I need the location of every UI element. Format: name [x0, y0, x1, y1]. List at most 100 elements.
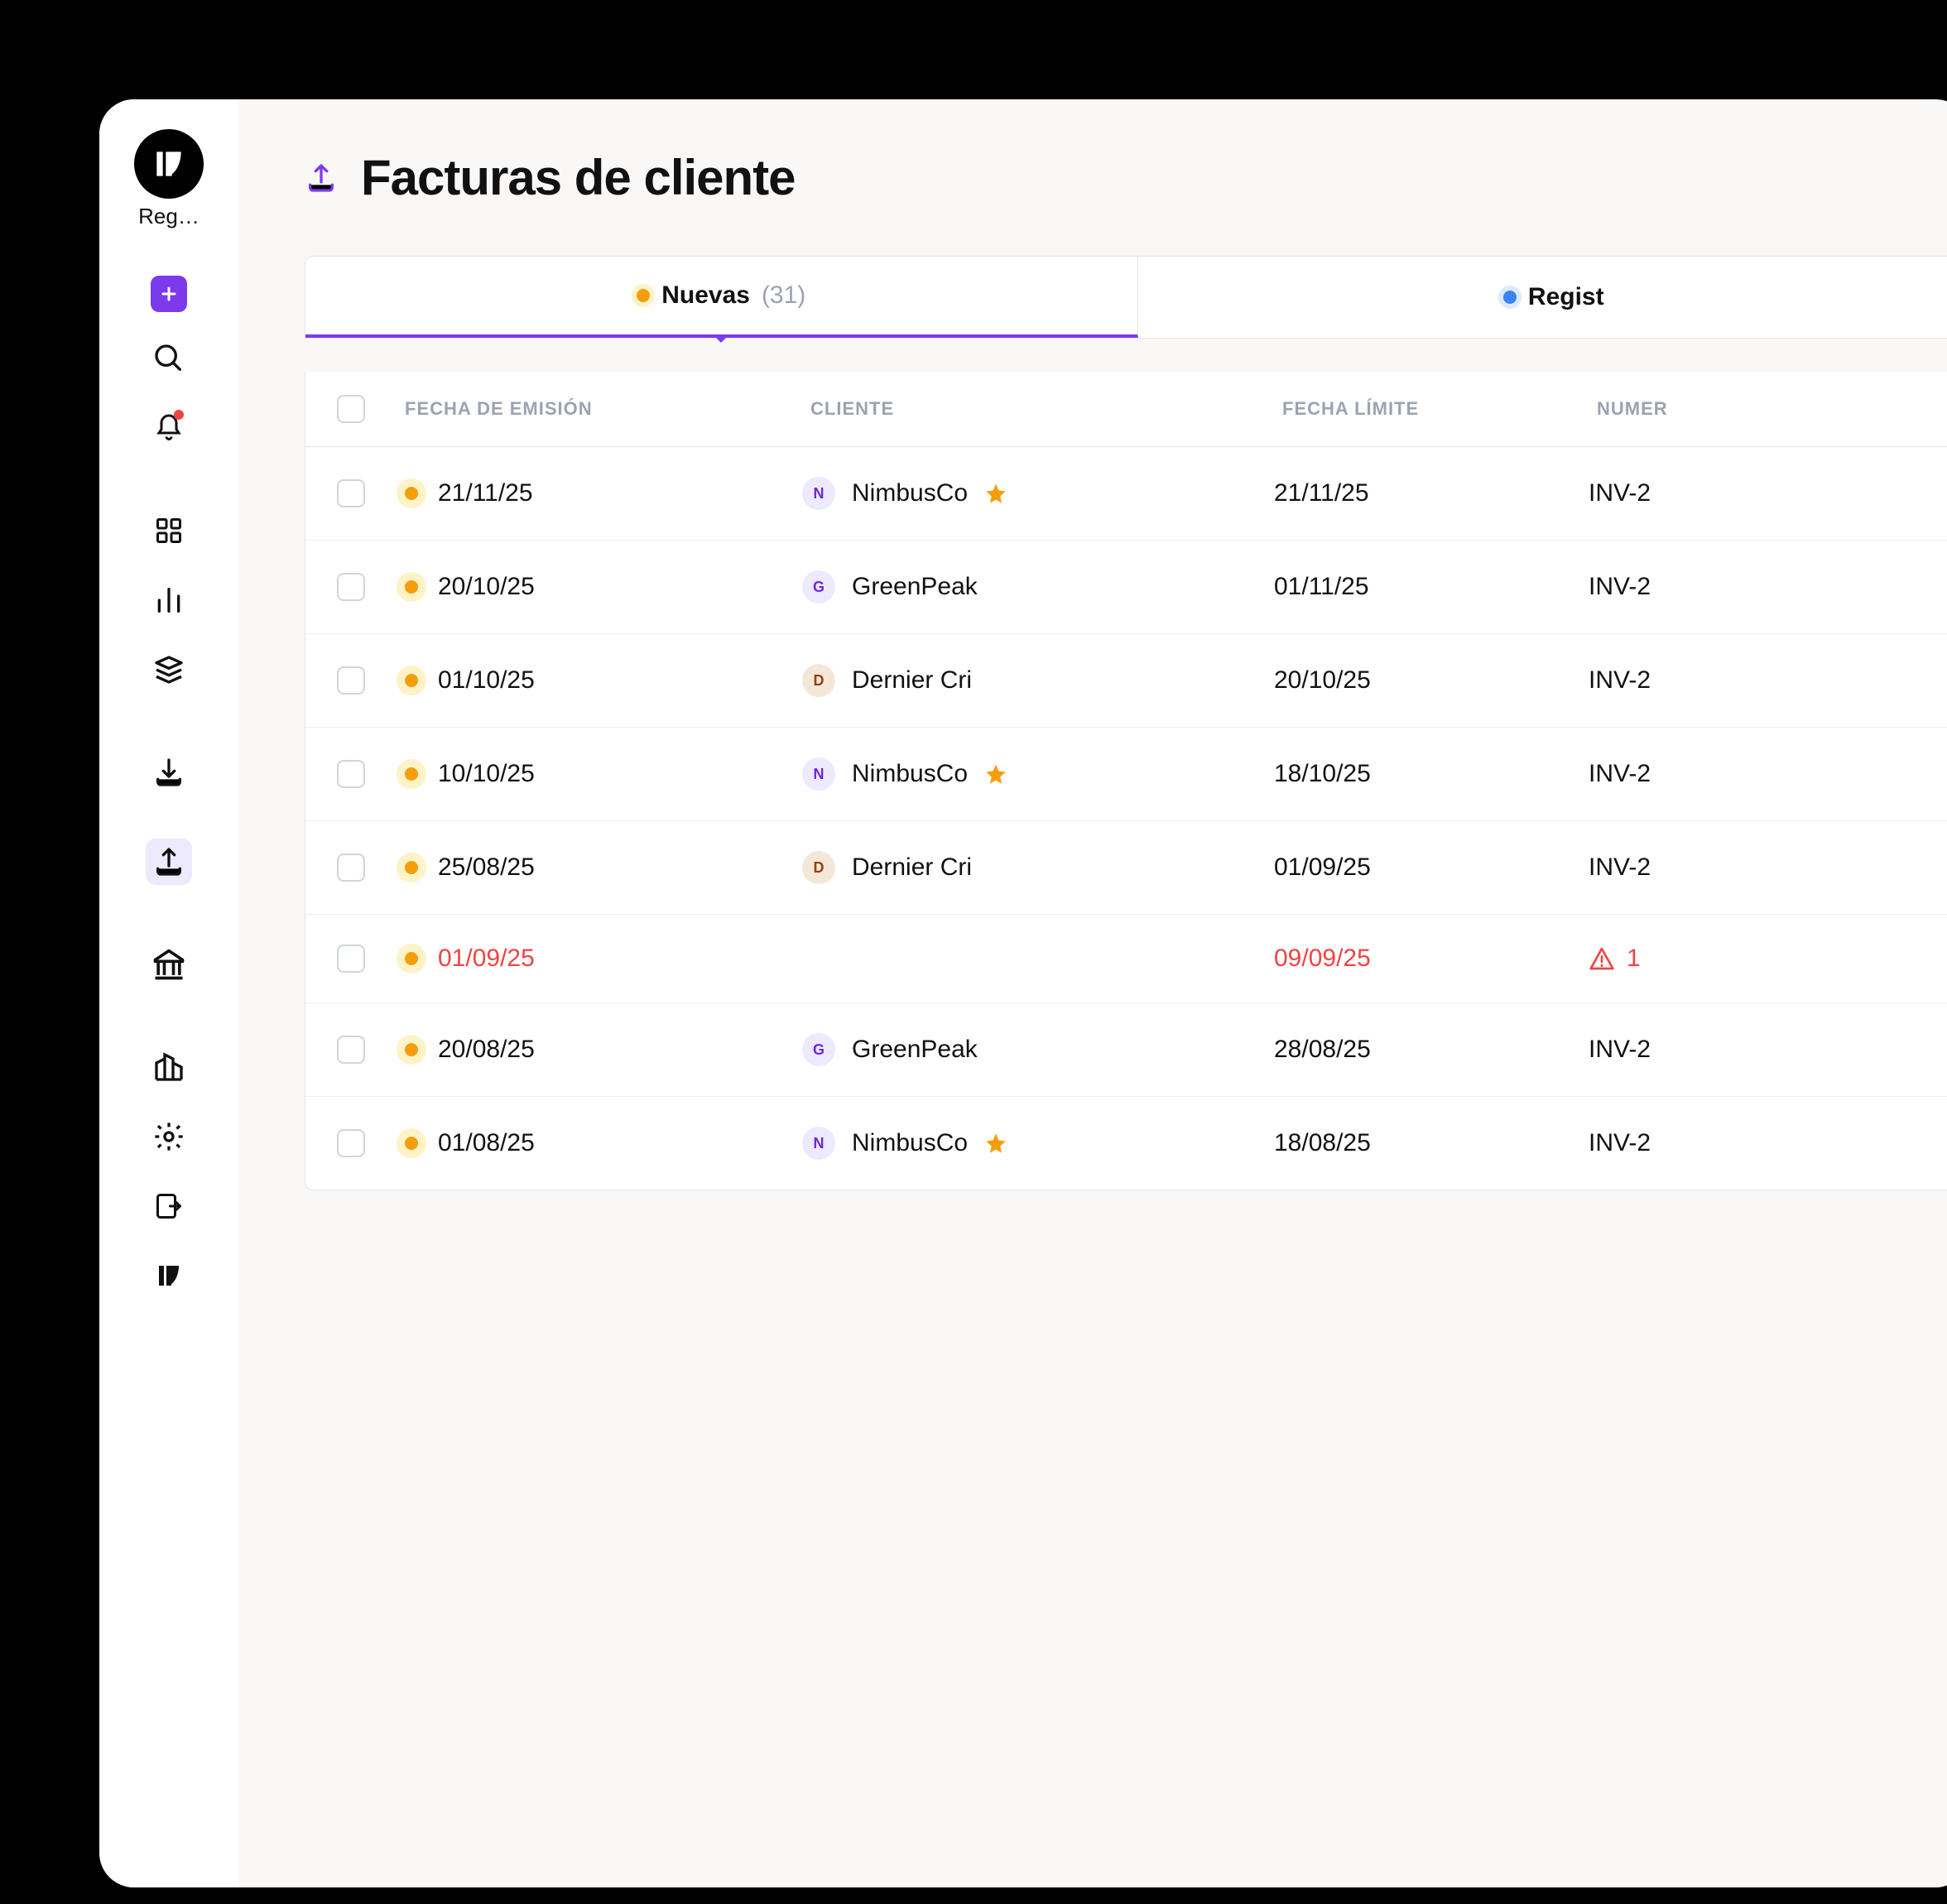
number-cell: 1: [1589, 945, 1947, 973]
settings-icon[interactable]: [146, 1113, 192, 1160]
row-checkbox[interactable]: [337, 853, 365, 882]
notifications-icon[interactable]: [146, 405, 192, 451]
number-cell: INV-2: [1589, 573, 1947, 601]
upload-icon[interactable]: [146, 839, 192, 885]
client-avatar: G: [802, 570, 835, 603]
buildings-icon[interactable]: [146, 1044, 192, 1090]
tab-label: Regist: [1528, 283, 1604, 311]
due-date-cell: 09/09/25: [1274, 945, 1589, 973]
emit-date: 10/10/25: [438, 760, 535, 788]
analytics-icon[interactable]: [146, 577, 192, 623]
status-dot: [405, 952, 418, 965]
upload-header-icon: [305, 161, 338, 195]
client-avatar: N: [802, 477, 835, 510]
invoice-number: INV-2: [1589, 853, 1651, 882]
row-checkbox[interactable]: [337, 479, 365, 507]
search-icon[interactable]: [146, 335, 192, 382]
emit-date-cell: 01/09/25: [397, 945, 802, 973]
row-select-cell: [305, 1036, 397, 1064]
column-label: NUMER: [1597, 398, 1668, 420]
client-name: NimbusCo: [852, 760, 968, 788]
client-name: NimbusCo: [852, 1129, 968, 1157]
client-name: NimbusCo: [852, 479, 968, 507]
number-cell: INV-2: [1589, 479, 1947, 507]
row-checkbox[interactable]: [337, 1129, 365, 1157]
column-number[interactable]: NUMER: [1589, 398, 1947, 420]
column-label: FECHA LÍMITE: [1282, 398, 1419, 419]
tab-count: (31): [762, 281, 805, 310]
row-select-cell: [305, 573, 397, 601]
column-emit-date[interactable]: FECHA DE EMISIÓN: [397, 398, 802, 420]
main-content: Facturas de cliente Nuevas (31) Regist F…: [238, 99, 1947, 1887]
download-icon[interactable]: [146, 749, 192, 796]
emit-date: 20/08/25: [438, 1036, 535, 1064]
table-row[interactable]: 20/10/25 G GreenPeak 01/11/25 INV-2: [305, 541, 1947, 634]
status-dot: [405, 674, 418, 687]
logo-block: Reg…: [134, 129, 204, 229]
dashboard-icon[interactable]: [146, 507, 192, 554]
client-name: Dernier Cri: [852, 666, 972, 695]
table-row[interactable]: 10/10/25 N NimbusCo 18/10/25 INV-2: [305, 728, 1947, 821]
add-button[interactable]: [151, 276, 187, 312]
logout-icon[interactable]: [146, 1183, 192, 1229]
emit-date-cell: 10/10/25: [397, 760, 802, 788]
invoices-table: FECHA DE EMISIÓN CLIENTE FECHA LÍMITE NU…: [305, 372, 1947, 1190]
brand-mark-icon[interactable]: [146, 1253, 192, 1299]
table-row[interactable]: 25/08/25 D Dernier Cri 01/09/25 INV-2: [305, 821, 1947, 915]
sidebar: Reg…: [99, 99, 238, 1887]
row-checkbox[interactable]: [337, 573, 365, 601]
table-row[interactable]: 01/09/25 09/09/25 1: [305, 915, 1947, 1003]
due-date: 18/10/25: [1274, 760, 1371, 787]
tab-nuevas[interactable]: Nuevas (31): [305, 257, 1138, 338]
number-cell: INV-2: [1589, 760, 1947, 788]
emit-date-cell: 01/10/25: [397, 666, 802, 695]
emit-date: 21/11/25: [438, 479, 533, 507]
table-row[interactable]: 20/08/25 G GreenPeak 28/08/25 INV-2: [305, 1003, 1947, 1097]
tabs-bar: Nuevas (31) Regist: [305, 256, 1947, 339]
row-select-cell: [305, 945, 397, 973]
table-row[interactable]: 01/08/25 N NimbusCo 18/08/25 INV-2: [305, 1097, 1947, 1190]
column-client[interactable]: CLIENTE: [802, 398, 1274, 420]
client-avatar: N: [802, 757, 835, 791]
table-row[interactable]: 21/11/25 N NimbusCo 21/11/25 INV-2: [305, 447, 1947, 541]
status-dot: [405, 1043, 418, 1056]
app-logo-icon[interactable]: [134, 129, 204, 199]
client-cell: N NimbusCo: [802, 1127, 1274, 1160]
client-cell: N NimbusCo: [802, 757, 1274, 791]
client-name: GreenPeak: [852, 573, 978, 601]
select-all-checkbox[interactable]: [337, 395, 365, 423]
client-cell: D Dernier Cri: [802, 664, 1274, 697]
due-date: 20/10/25: [1274, 666, 1371, 694]
client-cell: G GreenPeak: [802, 570, 1274, 603]
table-row[interactable]: 01/10/25 D Dernier Cri 20/10/25 INV-2: [305, 634, 1947, 728]
client-cell: G GreenPeak: [802, 1033, 1274, 1066]
bank-icon[interactable]: [146, 941, 192, 988]
client-name: Dernier Cri: [852, 853, 972, 882]
due-date: 01/09/25: [1274, 853, 1371, 881]
invoice-number: 1: [1627, 945, 1641, 973]
client-avatar: N: [802, 1127, 835, 1160]
client-cell: D Dernier Cri: [802, 851, 1274, 884]
client-cell: N NimbusCo: [802, 477, 1274, 510]
row-checkbox[interactable]: [337, 1036, 365, 1064]
row-checkbox[interactable]: [337, 945, 365, 973]
client-avatar: D: [802, 664, 835, 697]
due-date: 18/08/25: [1274, 1129, 1371, 1156]
row-checkbox[interactable]: [337, 760, 365, 788]
emit-date: 01/10/25: [438, 666, 535, 695]
client-name: GreenPeak: [852, 1036, 978, 1064]
status-dot: [405, 861, 418, 874]
emit-date-cell: 01/08/25: [397, 1129, 802, 1157]
tab-registradas[interactable]: Regist: [1138, 257, 1947, 338]
layers-icon[interactable]: [146, 647, 192, 693]
invoice-number: INV-2: [1589, 1129, 1651, 1157]
client-avatar: D: [802, 851, 835, 884]
column-label: CLIENTE: [810, 398, 894, 420]
tab-status-dot: [637, 289, 650, 302]
page-title: Facturas de cliente: [361, 149, 796, 206]
notification-badge: [174, 410, 184, 420]
row-checkbox[interactable]: [337, 666, 365, 695]
page-header: Facturas de cliente: [305, 149, 1947, 206]
star-icon: [984, 762, 1007, 786]
column-due-date[interactable]: FECHA LÍMITE: [1274, 398, 1589, 420]
